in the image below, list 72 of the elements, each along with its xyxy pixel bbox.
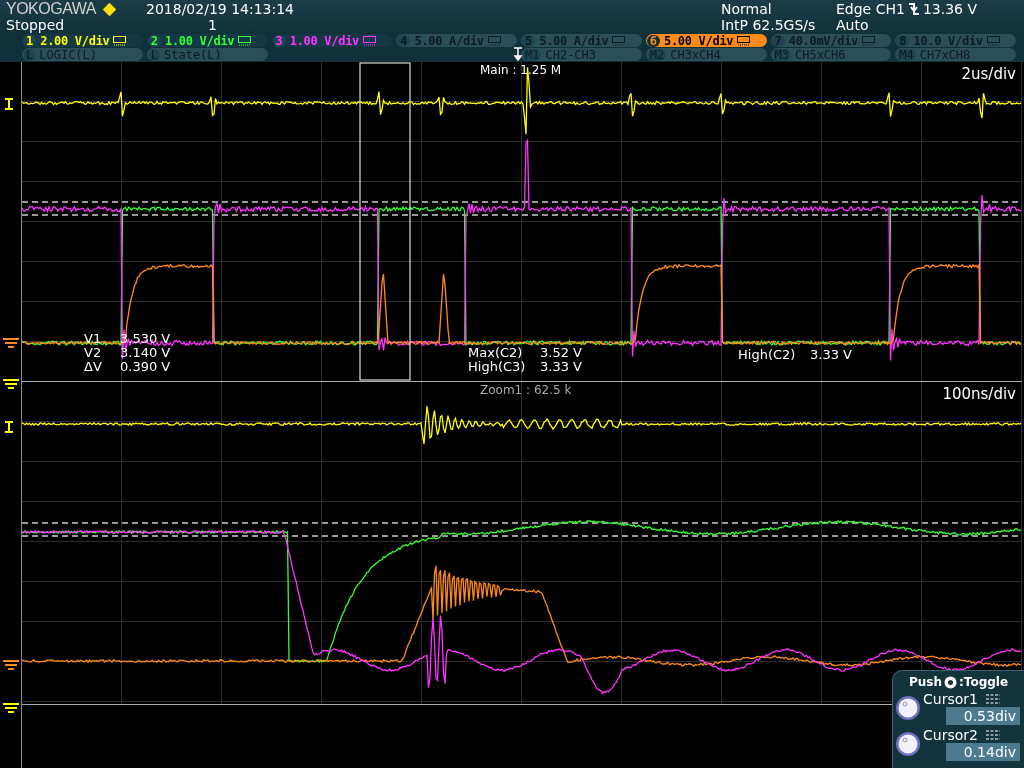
ground-marker-icon xyxy=(3,702,19,714)
cursor-label: V2 xyxy=(84,346,103,360)
channel-scale: 10.0 V/div xyxy=(913,33,983,48)
channel-scale: 5.00 V/div xyxy=(664,33,734,48)
cursor-knob-label: Cursor1 xyxy=(923,691,978,707)
falling-edge-icon xyxy=(907,2,920,16)
ground-marker-icon xyxy=(3,659,19,671)
math-name: CH7xCH8 xyxy=(919,47,971,62)
trigger-mode: Normal xyxy=(721,1,773,17)
cursor-knob-value: 0.53div xyxy=(946,707,1020,725)
ground-marker-icon xyxy=(3,337,19,349)
channel-scale: 5.00 A/div xyxy=(414,33,484,48)
date-time: 2018/02/19 14:13:14 xyxy=(146,1,296,17)
knob-icon[interactable] xyxy=(895,695,921,721)
trigger-level-icon xyxy=(3,98,15,110)
trigger-level-icon xyxy=(3,421,15,433)
measurement-label: High(C2) xyxy=(738,348,797,362)
brand-logo: YOKOGAWA xyxy=(6,1,96,17)
zoom-ratio: Zoom1 : 62.5 k xyxy=(480,383,572,397)
channel-number: 3 xyxy=(272,34,286,47)
measurement-label: High(C3) xyxy=(468,360,527,374)
impedance-icon xyxy=(113,35,127,46)
impedance-icon xyxy=(238,35,252,46)
acquisition-count: 1 xyxy=(207,17,218,33)
cursor-knob-label: Cursor2 xyxy=(923,727,978,743)
cursor-value: 0.390 V xyxy=(120,360,171,374)
diamond-icon xyxy=(101,1,117,17)
cursor-lines-icon xyxy=(985,730,1000,740)
timebase-label: 2us/div xyxy=(961,65,1016,83)
channel-number: 1 xyxy=(23,34,37,47)
impedance-icon xyxy=(363,35,376,46)
channel-number: 6 xyxy=(646,34,660,47)
impedance-icon xyxy=(487,35,501,46)
logic-name: State(L) xyxy=(164,47,222,62)
channel-scale: 1.00 V/div xyxy=(165,33,235,48)
ground-marker-icon xyxy=(3,378,19,390)
channel-tab[interactable]: 1 2.00 V/div xyxy=(22,34,143,47)
math-name: CH3xCH4 xyxy=(670,47,721,62)
impedance-icon xyxy=(986,35,1000,46)
cursor-knob-value: 0.14div xyxy=(946,743,1020,761)
knob-push-icon xyxy=(944,675,958,689)
push-label: Push xyxy=(909,675,943,689)
channel-number: 2 xyxy=(147,34,161,47)
channel-scale: 5.00 A/div xyxy=(539,33,609,48)
channel-tab[interactable]: 2 1.00 V/div xyxy=(146,34,268,47)
trigger-type: Edge CH1 xyxy=(836,1,905,17)
channel-scale: 1.00 V/div xyxy=(289,33,359,48)
channel-tab[interactable]: 6 5.00 V/div xyxy=(645,34,767,47)
knob-icon[interactable] xyxy=(895,731,921,757)
zoom-window-box[interactable] xyxy=(359,62,411,381)
impedance-icon xyxy=(737,35,751,46)
trigger-position-icon xyxy=(513,47,523,61)
channel-scale: 40.0mV/div xyxy=(788,33,858,48)
measurement-label: Max(C2) xyxy=(468,346,524,360)
channel-scale: 2.00 V/div xyxy=(40,33,110,48)
measurement-value: 3.33 V xyxy=(540,360,582,374)
measurement-value: 3.52 V xyxy=(540,346,582,360)
impedance-icon xyxy=(612,35,626,46)
measurement-value: 3.33 V xyxy=(810,348,852,362)
math-name: CH5xCH6 xyxy=(794,47,846,62)
sample-rate: IntP 62.5GS/s xyxy=(721,17,817,33)
impedance-icon xyxy=(862,35,875,46)
acquisition-state: Stopped xyxy=(6,17,66,33)
cursor-label: ΔV xyxy=(84,360,103,374)
trigger-sweep: Auto xyxy=(836,17,870,33)
cursor-lines-icon xyxy=(985,694,1000,704)
toggle-label: :Toggle xyxy=(959,675,1009,689)
trigger-level: 13.36 V xyxy=(922,1,977,17)
logic-name: LOGIC(L) xyxy=(39,47,98,62)
timebase-label: 100ns/div xyxy=(942,385,1016,403)
math-name: CH2-CH3 xyxy=(545,47,597,62)
channel-tab[interactable]: 3 1.00 V/div xyxy=(271,34,393,47)
